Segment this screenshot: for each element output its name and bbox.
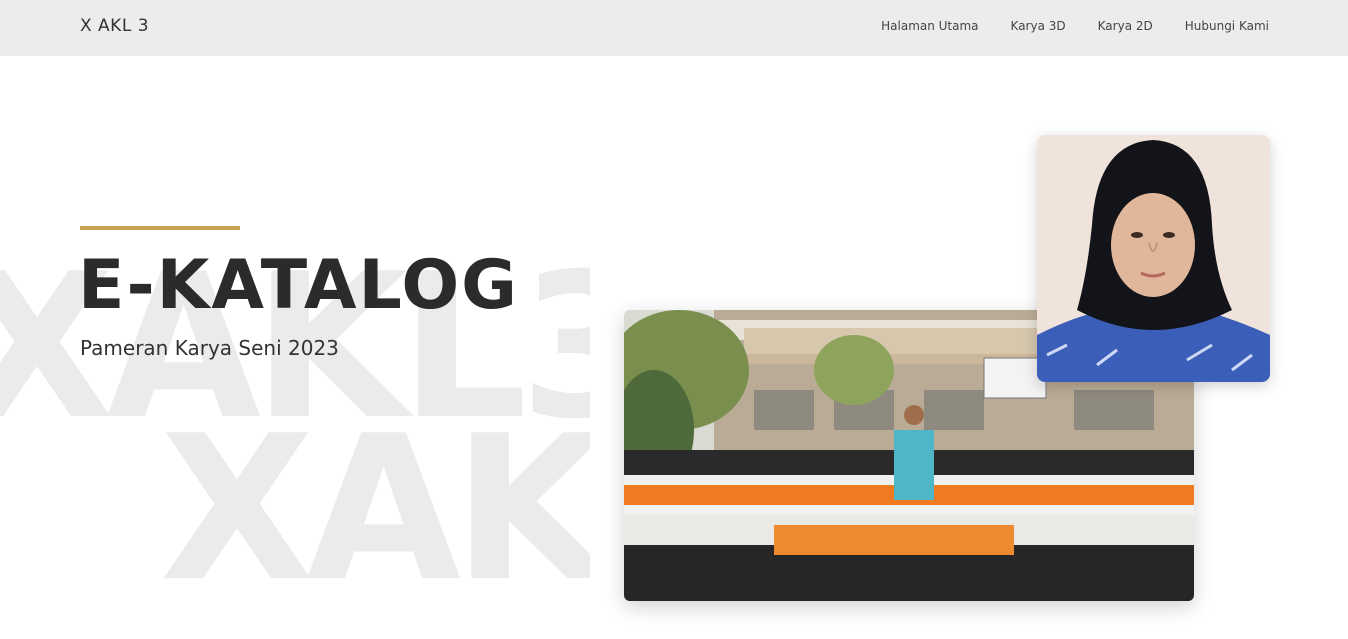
hero-subtitle: Pameran Karya Seni 2023 xyxy=(80,336,339,360)
nav-links: Halaman Utama Karya 3D Karya 2D Hubungi … xyxy=(881,19,1269,33)
background-watermark-text-2: XAK xyxy=(160,410,590,580)
teacher-portrait-photo xyxy=(1037,135,1270,382)
nav-link-karya-2d[interactable]: Karya 2D xyxy=(1098,19,1153,33)
nav-link-karya-3d[interactable]: Karya 3D xyxy=(1011,19,1066,33)
brand-logo-link[interactable]: X AKL 3 xyxy=(80,16,149,36)
navbar: X AKL 3 Halaman Utama Karya 3D Karya 2D … xyxy=(0,0,1348,56)
nav-link-hubungi-kami[interactable]: Hubungi Kami xyxy=(1185,19,1269,33)
title-accent-line xyxy=(80,226,240,230)
hero-title: E-KATALOG xyxy=(78,246,519,325)
nav-link-halaman-utama[interactable]: Halaman Utama xyxy=(881,19,978,33)
background-watermark-row-2: XAK xyxy=(160,410,590,580)
